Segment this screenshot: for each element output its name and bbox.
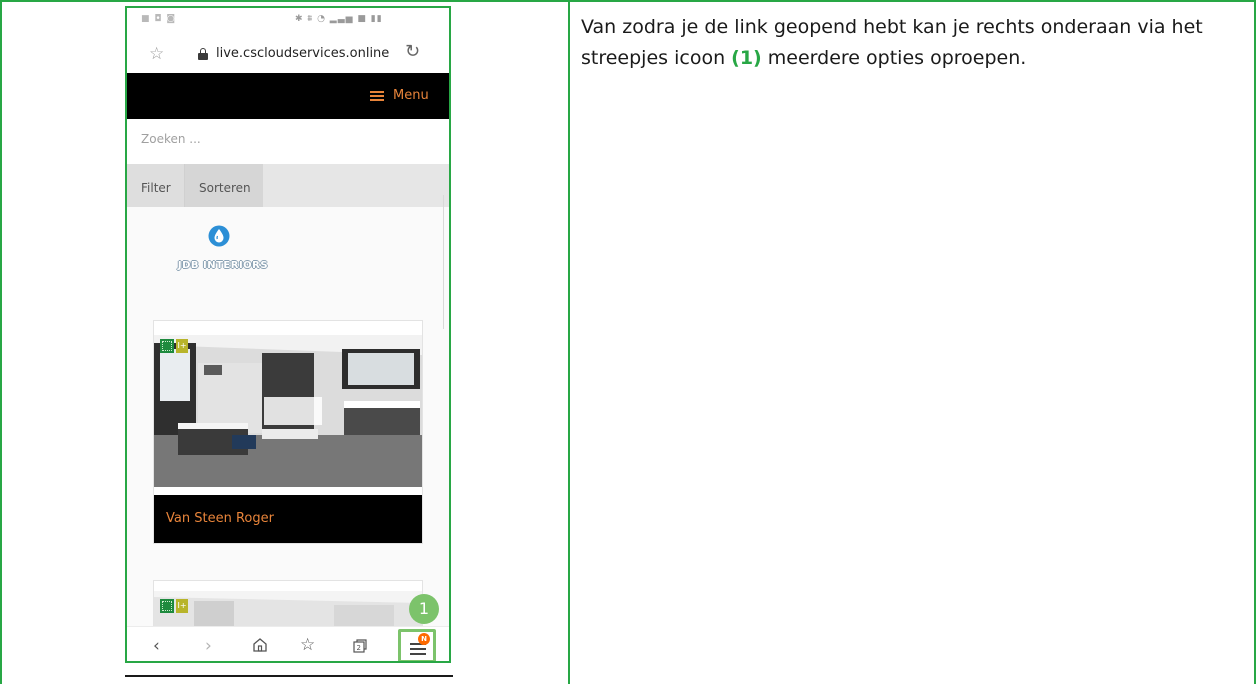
energy-badge: I+ [176, 599, 188, 613]
scrollbar[interactable] [443, 195, 447, 329]
status-bar: ■ ◘ ◙ ✱ ⩩ ◔ ▂▃▅ ■ ▮▮ [127, 8, 449, 32]
project-card[interactable]: I+ Van Steen Roger [153, 320, 423, 544]
card-caption: Van Steen Roger [154, 495, 422, 543]
table-column-divider [568, 0, 570, 684]
search-input[interactable] [141, 132, 421, 146]
certification-badge [160, 599, 174, 613]
filter-button[interactable]: Filter [127, 164, 185, 207]
step-reference: (1) [731, 47, 762, 69]
star-icon[interactable]: ☆ [149, 44, 164, 64]
tabs-icon[interactable]: 2 [352, 638, 368, 654]
home-icon[interactable] [252, 637, 268, 653]
forward-icon[interactable]: › [205, 636, 212, 656]
menu-button[interactable]: Menu [393, 88, 429, 103]
phone-screenshot: ■ ◘ ◙ ✱ ⩩ ◔ ▂▃▅ ■ ▮▮ ☆ live.cscloudservi… [125, 6, 451, 663]
site-menu-bar: Menu [127, 73, 449, 119]
table-border-left [0, 0, 2, 684]
bookmarks-icon[interactable]: ☆ [300, 635, 315, 655]
content-area[interactable]: JDB INTERIORS I+ Van Steen Roger I+ [127, 195, 449, 641]
energy-badge: I+ [176, 339, 188, 353]
brand-logo[interactable]: JDB INTERIORS [163, 225, 283, 285]
menu-button-highlighted[interactable]: N [398, 629, 436, 661]
step-marker: 1 [409, 594, 439, 624]
sort-button[interactable]: Sorteren [185, 164, 263, 207]
reload-icon[interactable]: ↻ [405, 41, 420, 62]
bathroom-image: I+ [154, 335, 422, 487]
image-underline [125, 675, 453, 677]
search-row [127, 119, 449, 164]
instruction-text-after: meerdere opties oproepen. [761, 47, 1027, 69]
lock-icon [198, 48, 208, 60]
brand-name: JDB INTERIORS [177, 260, 269, 271]
instruction-text: Van zodra je de link geopend hebt kan je… [581, 12, 1246, 74]
hamburger-icon[interactable] [370, 91, 384, 101]
water-drop-icon [208, 225, 230, 247]
browser-bottom-nav: ‹ › ☆ 2 N [127, 626, 449, 661]
certification-badge [160, 339, 174, 353]
card-title[interactable]: Van Steen Roger [166, 511, 274, 526]
back-icon[interactable]: ‹ [153, 636, 160, 656]
address-bar[interactable]: ☆ live.cscloudservices.online ↻ [127, 38, 449, 72]
svg-text:2: 2 [357, 644, 361, 652]
notification-badge: N [418, 633, 430, 645]
status-left-icons: ■ ◘ ◙ [141, 14, 177, 24]
status-right-icons: ✱ ⩩ ◔ ▂▃▅ ■ ▮▮ [295, 14, 383, 24]
table-top-border [0, 0, 1256, 2]
url-text[interactable]: live.cscloudservices.online [216, 46, 389, 61]
filter-sort-bar: Filter Sorteren [127, 164, 449, 207]
